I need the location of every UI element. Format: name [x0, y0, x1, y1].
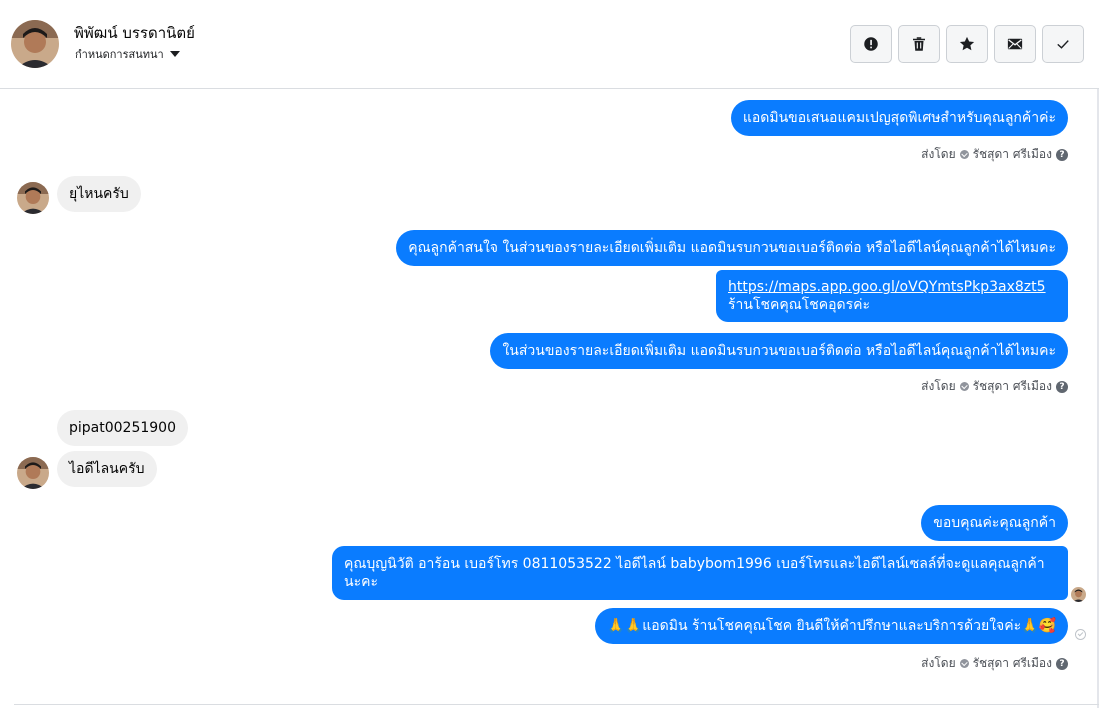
agent-name: รัชสุดา ศรีเมือง	[972, 147, 1052, 161]
agent-name: รัชสุดา ศรีเมือง	[972, 656, 1052, 670]
delivered-icon	[1075, 629, 1086, 640]
mail-icon	[1007, 38, 1023, 50]
composer-divider	[14, 704, 1099, 705]
message-incoming: ไอดีไลนครับ	[57, 451, 157, 487]
sent-by-info: ส่งโดย รัชสุดา ศรีเมือง ?	[921, 145, 1068, 164]
sent-by-label: ส่งโดย	[921, 147, 956, 161]
caret-down-icon	[169, 51, 180, 57]
agent-status-icon	[959, 382, 969, 391]
message-outgoing: https://maps.app.goo.gl/oVQYmtsPkp3ax8zt…	[716, 270, 1068, 322]
message-incoming: ยุไหนครับ	[57, 176, 141, 212]
maps-link[interactable]: https://maps.app.goo.gl/oVQYmtsPkp3ax8zt…	[728, 279, 1046, 295]
message-outgoing: ขอบคุณค่ะคุณลูกค้า	[921, 505, 1068, 541]
avatar[interactable]	[11, 20, 59, 68]
check-icon	[1057, 40, 1069, 49]
message-outgoing: ในส่วนของรายละเอียดเพิ่มเติม แอดมินรบกวน…	[490, 333, 1068, 369]
mark-done-button[interactable]	[1042, 25, 1084, 63]
message-outgoing: คุณบุญนิวัติ อาร้อน เบอร์โทร 0811053522 …	[332, 546, 1068, 600]
message-outgoing: แอดมินขอเสนอแคมเปญสุดพิเศษสำหรับคุณลูกค้…	[730, 100, 1068, 136]
conversation-header: พิพัฒน์ บรรดานิตย์ กำหนดการสนทนา	[0, 0, 1099, 89]
star-button[interactable]	[946, 25, 988, 63]
report-icon	[864, 37, 878, 51]
message-incoming: pipat00251900	[57, 410, 188, 446]
message-text: ร้านโชคคุณโชคอุดรค่ะ	[728, 297, 870, 313]
avatar	[17, 182, 49, 214]
agent-status-icon	[959, 150, 969, 159]
sent-by-label: ส่งโดย	[921, 656, 956, 670]
seen-avatar	[1071, 587, 1086, 602]
avatar	[17, 457, 49, 489]
sent-by-info: ส่งโดย รัชสุดา ศรีเมือง ?	[921, 654, 1068, 673]
conversation-settings-dropdown[interactable]: กำหนดการสนทนา	[75, 45, 180, 63]
message-outgoing: 🙏🙏แอดมิน ร้านโชคคุณโชค ยินดีให้คำปรึกษาแ…	[595, 608, 1068, 644]
agent-name: รัชสุดา ศรีเมือง	[972, 379, 1052, 393]
help-icon[interactable]: ?	[1056, 380, 1068, 393]
contact-name: พิพัฒน์ บรรดานิตย์	[74, 24, 195, 42]
sent-by-label: ส่งโดย	[921, 379, 956, 393]
report-button[interactable]	[850, 25, 892, 63]
mark-unread-button[interactable]	[994, 25, 1036, 63]
agent-status-icon	[959, 659, 969, 668]
trash-icon	[913, 37, 925, 51]
sent-by-info: ส่งโดย รัชสุดา ศรีเมือง ?	[921, 377, 1068, 396]
help-icon[interactable]: ?	[1056, 657, 1068, 670]
delete-button[interactable]	[898, 25, 940, 63]
message-outgoing: คุณลูกค้าสนใจ ในส่วนของรายละเอียดเพิ่มเต…	[396, 230, 1068, 266]
conversation-settings-label: กำหนดการสนทนา	[75, 48, 164, 61]
star-icon	[959, 36, 975, 51]
help-icon[interactable]: ?	[1056, 148, 1068, 161]
